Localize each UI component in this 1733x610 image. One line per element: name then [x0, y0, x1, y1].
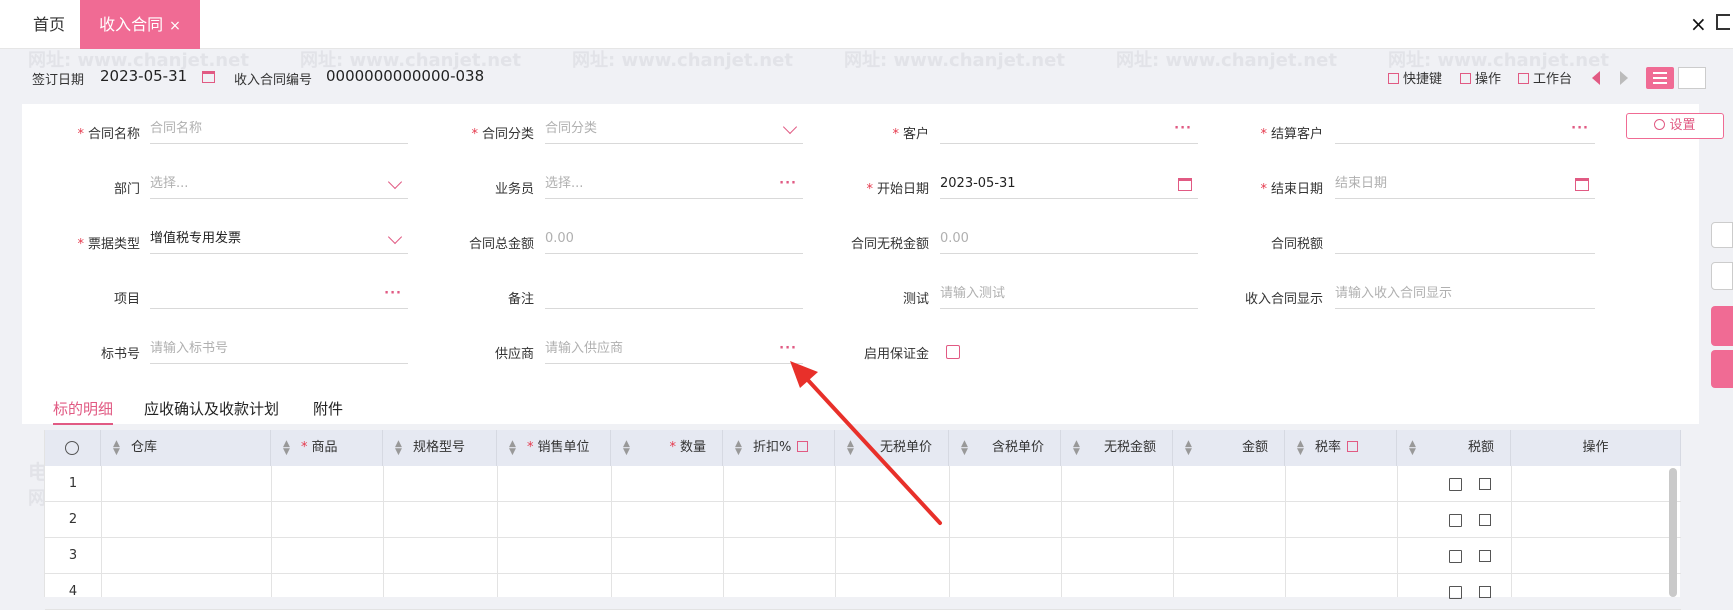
annotation-arrow	[790, 361, 942, 525]
